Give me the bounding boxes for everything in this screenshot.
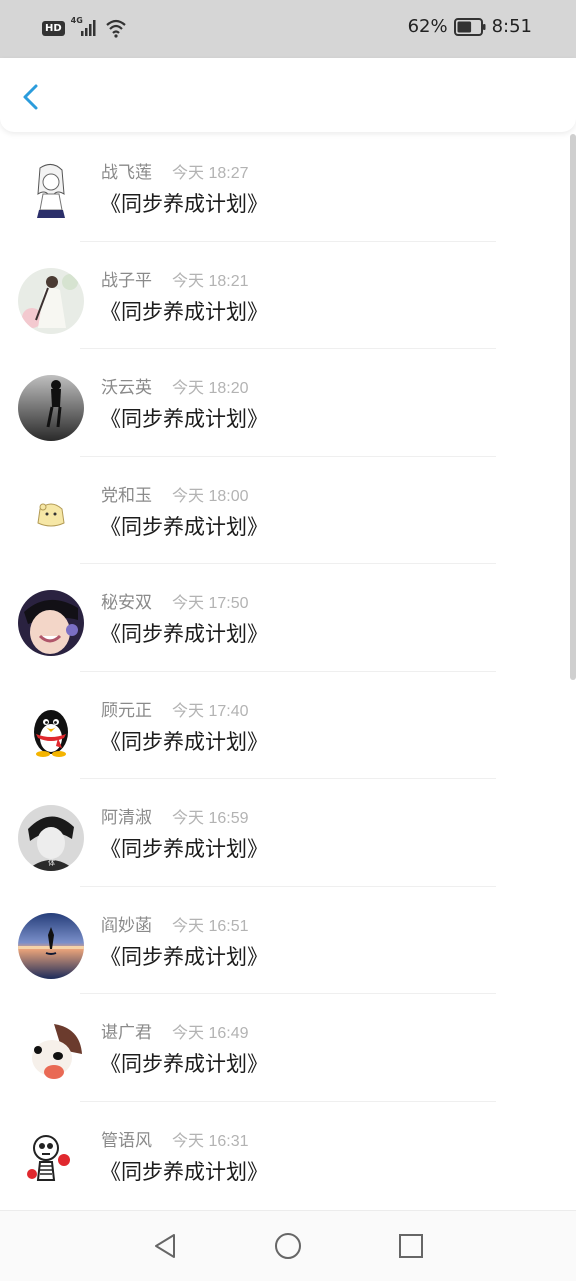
avatar[interactable] (18, 1127, 84, 1194)
avatar[interactable] (18, 160, 84, 226)
square-recents-icon[interactable] (396, 1231, 426, 1261)
sender-name: 阎妙菡 (101, 915, 152, 936)
message-text: 《同步养成计划》 (100, 514, 268, 539)
system-nav-bar (0, 1210, 576, 1281)
message-text: 《同步养成计划》 (100, 1159, 268, 1184)
message-time: 今天 18:21 (172, 272, 249, 290)
message-text: 《同步养成计划》 (100, 1052, 268, 1076)
battery-icon (453, 17, 486, 36)
battery-percent: 62% (407, 16, 448, 37)
list-item[interactable]: 战子平 今天 18:21 《同步养成计划》 (0, 242, 576, 349)
status-bar: HD 4G 62% 8:51 (0, 0, 576, 58)
list-item[interactable]: 战飞莲 今天 18:27 《同步养成计划》 (0, 134, 576, 242)
message-text: 《同步养成计划》 (100, 192, 268, 216)
scrollbar[interactable] (570, 134, 576, 680)
chevron-left-icon[interactable] (14, 80, 48, 114)
message-time: 今天 16:49 (172, 1025, 249, 1042)
list-item[interactable]: 体 阿清淑 今天 16:59 《同步养成计划》 (0, 779, 576, 887)
message-text: 《同步养成计划》 (100, 729, 268, 754)
list-item[interactable]: 阎妙菡 今天 16:51 《同步养成计划》 (0, 887, 576, 994)
message-text: 《同步养成计划》 (100, 407, 268, 431)
sender-name: 战飞莲 (101, 163, 152, 183)
avatar[interactable] (18, 697, 84, 764)
hd-badge: HD (42, 20, 65, 36)
avatar[interactable] (18, 482, 84, 549)
avatar[interactable] (18, 912, 84, 979)
triangle-back-icon[interactable] (150, 1231, 180, 1261)
sender-name: 阿清淑 (101, 808, 152, 828)
status-right: 62% 8:51 (408, 16, 532, 37)
list-item[interactable]: 谌广君 今天 16:49 《同步养成计划》 (0, 994, 576, 1102)
network-type-label: 4G (70, 16, 83, 25)
sender-name: 顾元正 (101, 700, 152, 721)
avatar[interactable] (18, 375, 84, 441)
list-item[interactable]: 管语风 今天 16:31 《同步养成计划》 (0, 1102, 576, 1209)
message-text: 《同步养成计划》 (100, 622, 268, 646)
wifi-icon (105, 19, 126, 38)
message-time: 今天 18:00 (172, 487, 249, 505)
circle-home-icon[interactable] (273, 1231, 303, 1261)
message-time: 今天 17:40 (172, 702, 249, 720)
message-text: 《同步养成计划》 (100, 837, 268, 861)
avatar[interactable] (18, 267, 84, 334)
sender-name: 战子平 (101, 270, 152, 291)
svg-text:体: 体 (48, 858, 55, 867)
top-bar (0, 58, 576, 132)
message-time: 今天 16:51 (172, 917, 249, 935)
message-time: 今天 17:50 (172, 595, 249, 612)
message-list[interactable]: 战飞莲 今天 18:27 《同步养成计划》 战子平 今天 18:21 《同步养成… (0, 134, 576, 1208)
sender-name: 管语风 (101, 1130, 152, 1151)
cellular-signal-icon: 4G (70, 16, 99, 38)
avatar[interactable] (18, 590, 84, 656)
message-text: 《同步养成计划》 (100, 944, 268, 969)
status-left: HD 4G (42, 16, 127, 38)
list-item[interactable]: 秘安双 今天 17:50 《同步养成计划》 (0, 564, 576, 672)
list-item[interactable]: 顾元正 今天 17:40 《同步养成计划》 (0, 672, 576, 779)
message-time: 今天 18:20 (172, 380, 249, 397)
list-item[interactable]: 党和玉 今天 18:00 《同步养成计划》 (0, 457, 576, 564)
sender-name: 谌广君 (101, 1023, 152, 1043)
message-time: 今天 16:59 (172, 810, 249, 827)
sender-name: 秘安双 (101, 593, 152, 613)
sender-name: 沃云英 (101, 378, 152, 398)
message-text: 《同步养成计划》 (100, 299, 268, 324)
sender-name: 党和玉 (101, 485, 152, 506)
clock: 8:51 (491, 16, 532, 37)
avatar[interactable] (18, 1020, 84, 1086)
message-time: 今天 18:27 (172, 165, 249, 182)
list-item[interactable]: 沃云英 今天 18:20 《同步养成计划》 (0, 349, 576, 457)
avatar[interactable]: 体 (18, 805, 84, 871)
message-time: 今天 16:31 (172, 1132, 249, 1150)
